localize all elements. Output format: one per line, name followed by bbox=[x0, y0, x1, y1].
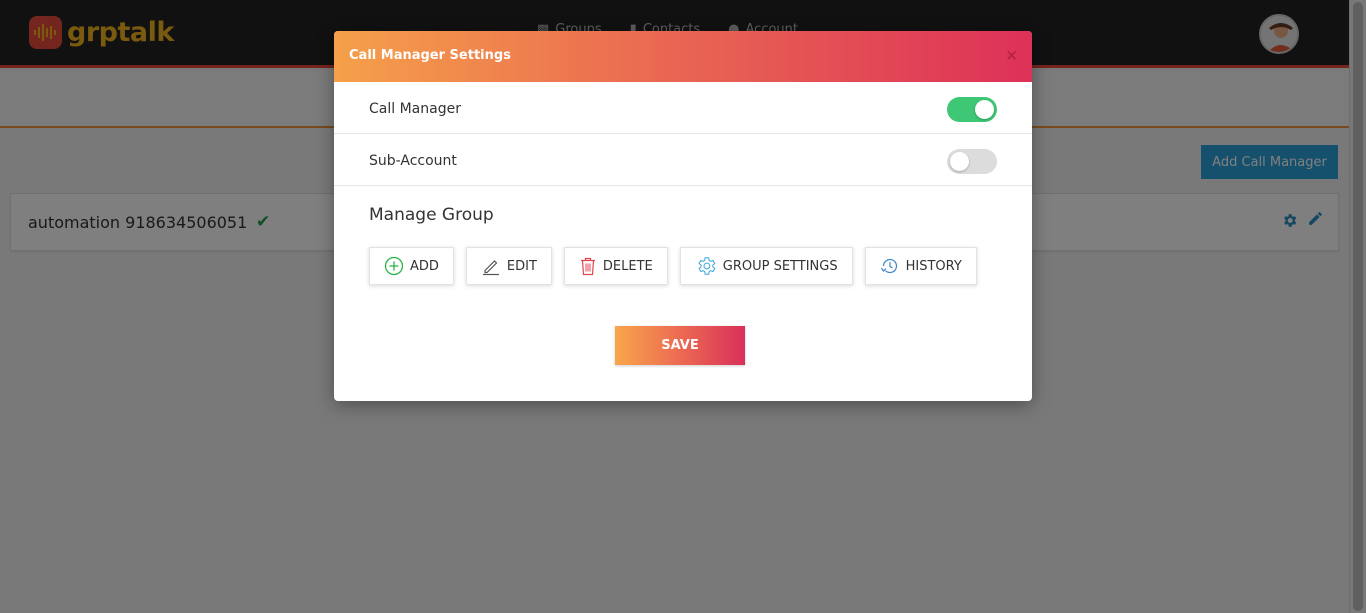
sub-account-toggle[interactable] bbox=[947, 149, 997, 174]
gear-icon bbox=[695, 255, 717, 277]
setting-label: Call Manager bbox=[369, 101, 461, 117]
pencil-icon bbox=[481, 256, 501, 276]
history-button[interactable]: HISTORY bbox=[864, 247, 977, 285]
add-group-button[interactable]: ADD bbox=[369, 247, 454, 285]
action-label: GROUP SETTINGS bbox=[722, 258, 838, 274]
edit-group-button[interactable]: EDIT bbox=[465, 247, 552, 285]
setting-row-sub-account: Sub-Account bbox=[334, 134, 1032, 186]
action-label: ADD bbox=[410, 258, 439, 274]
manage-group-actions: ADD EDIT DELETE GROUP SETTINGS HISTORY bbox=[369, 247, 977, 285]
add-circle-icon bbox=[384, 256, 404, 276]
close-icon[interactable]: × bbox=[1005, 46, 1018, 64]
setting-label: Sub-Account bbox=[369, 153, 457, 169]
modal-header: Call Manager Settings × bbox=[334, 31, 1032, 82]
modal-title: Call Manager Settings bbox=[349, 48, 511, 63]
manage-group-title: Manage Group bbox=[369, 205, 494, 225]
action-label: EDIT bbox=[506, 258, 537, 274]
history-icon bbox=[880, 256, 900, 276]
trash-icon bbox=[579, 256, 597, 276]
call-manager-settings-modal: Call Manager Settings × Call Manager Sub… bbox=[334, 31, 1032, 401]
group-settings-button[interactable]: GROUP SETTINGS bbox=[679, 247, 853, 285]
toggle-knob bbox=[975, 100, 994, 119]
action-label: HISTORY bbox=[905, 258, 962, 274]
action-label: DELETE bbox=[602, 258, 653, 274]
save-button[interactable]: SAVE bbox=[615, 326, 745, 365]
setting-row-call-manager: Call Manager bbox=[334, 82, 1032, 134]
toggle-knob bbox=[950, 152, 969, 171]
call-manager-toggle[interactable] bbox=[947, 97, 997, 122]
delete-group-button[interactable]: DELETE bbox=[563, 247, 668, 285]
